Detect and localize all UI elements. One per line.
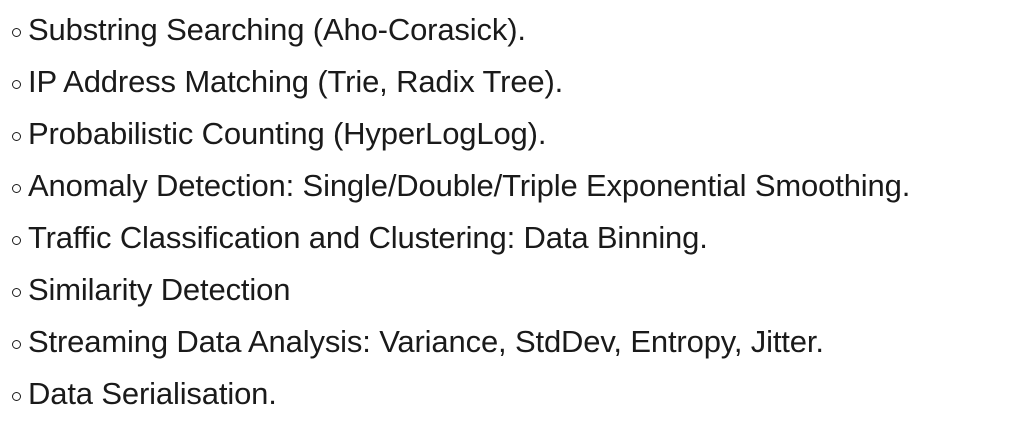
bullet-list: Substring Searching (Aho-Corasick). IP A… <box>12 4 1020 420</box>
list-item-text: Anomaly Detection: Single/Double/Triple … <box>28 168 911 203</box>
hollow-circle-bullet-icon <box>12 287 21 297</box>
hollow-circle-bullet-icon <box>12 79 21 89</box>
hollow-circle-bullet-icon <box>12 391 21 401</box>
list-item-text: IP Address Matching (Trie, Radix Tree). <box>28 64 564 99</box>
list-item: Traffic Classification and Clustering: D… <box>12 212 1020 264</box>
list-item: Substring Searching (Aho-Corasick). <box>12 4 1020 56</box>
list-item: Data Serialisation. <box>12 368 1020 420</box>
hollow-circle-bullet-icon <box>12 183 21 193</box>
hollow-circle-bullet-icon <box>12 131 21 141</box>
hollow-circle-bullet-icon <box>12 27 21 37</box>
list-item: Streaming Data Analysis: Variance, StdDe… <box>12 316 1020 368</box>
hollow-circle-bullet-icon <box>12 235 21 245</box>
list-item: IP Address Matching (Trie, Radix Tree). <box>12 56 1020 108</box>
list-item-text: Data Serialisation. <box>28 376 277 411</box>
list-item: Anomaly Detection: Single/Double/Triple … <box>12 160 1020 212</box>
list-item: Probabilistic Counting (HyperLogLog). <box>12 108 1020 160</box>
list-item-text: Similarity Detection <box>28 272 291 307</box>
list-item-text: Substring Searching (Aho-Corasick). <box>28 12 526 47</box>
list-item-text: Traffic Classification and Clustering: D… <box>28 220 708 255</box>
list-item-text: Probabilistic Counting (HyperLogLog). <box>28 116 547 151</box>
hollow-circle-bullet-icon <box>12 339 21 349</box>
list-item: Similarity Detection <box>12 264 1020 316</box>
list-item-text: Streaming Data Analysis: Variance, StdDe… <box>28 324 824 359</box>
